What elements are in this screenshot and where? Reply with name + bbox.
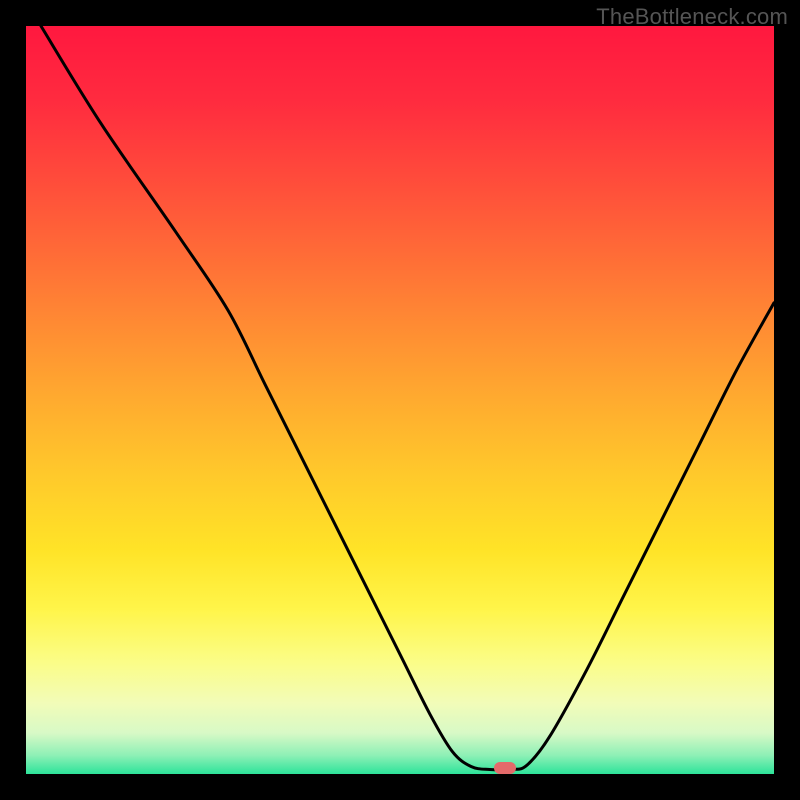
- bottleneck-curve: [26, 26, 774, 774]
- optimum-marker: [494, 762, 516, 774]
- plot-area: [26, 26, 774, 774]
- chart-frame: TheBottleneck.com: [0, 0, 800, 800]
